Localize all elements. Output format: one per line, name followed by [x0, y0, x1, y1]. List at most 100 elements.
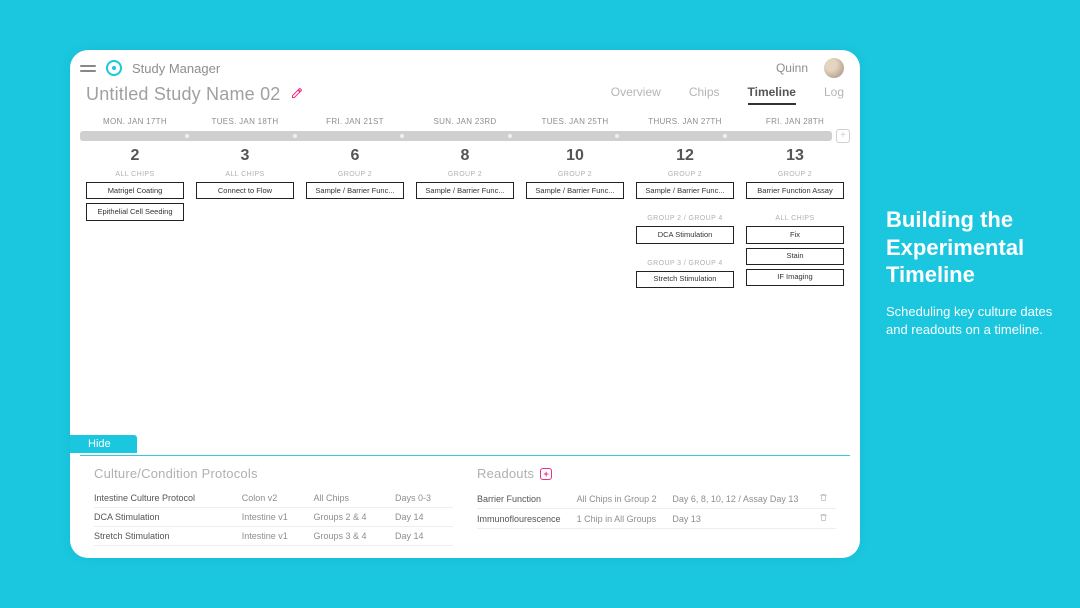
- day-number: 13: [786, 147, 804, 165]
- timeline-item[interactable]: Barrier Function Assay: [746, 182, 844, 199]
- timeline: MON. JAN 17THTUES. JAN 18THFRI. JAN 21ST…: [70, 113, 860, 558]
- cell-when: Day 14: [395, 508, 453, 527]
- group-label: ALL CHIPS: [225, 171, 264, 178]
- timeline-item[interactable]: Matrigel Coating: [86, 182, 184, 199]
- day-number: 2: [131, 147, 140, 165]
- delete-button[interactable]: [819, 489, 836, 509]
- timeline-item[interactable]: Stain: [746, 248, 844, 265]
- table-row[interactable]: Barrier FunctionAll Chips in Group 2Day …: [477, 489, 836, 509]
- tab-log[interactable]: Log: [824, 85, 844, 105]
- avatar[interactable]: [824, 58, 844, 78]
- readouts-table: Barrier FunctionAll Chips in Group 2Day …: [477, 489, 836, 529]
- cell-when: Day 6, 8, 10, 12 / Assay Day 13: [672, 489, 819, 509]
- group-label: GROUP 3 / GROUP 4: [647, 260, 722, 267]
- timeline-item[interactable]: Sample / Barrier Func...: [526, 182, 624, 199]
- timeline-item[interactable]: DCA Stimulation: [636, 226, 734, 243]
- timeline-item[interactable]: IF Imaging: [746, 269, 844, 286]
- group-label: ALL CHIPS: [775, 215, 814, 222]
- timeline-rail: +: [80, 129, 850, 143]
- day-column: 12 GROUP 2 Sample / Barrier Func... GROUP 2…: [630, 143, 740, 455]
- cell-name: Barrier Function: [477, 489, 577, 509]
- tab-timeline[interactable]: Timeline: [748, 85, 796, 105]
- panel-divider: [80, 455, 850, 456]
- timeline-item[interactable]: Connect to Flow: [196, 182, 294, 199]
- day-number: 6: [351, 147, 360, 165]
- date-header: TUES. JAN 18TH: [190, 115, 300, 129]
- cell-variant: Intestine v1: [242, 527, 314, 546]
- protocols-title: Culture/Condition Protocols: [94, 466, 453, 481]
- day-column: 13 GROUP 2 Barrier Function Assay ALL CHIPS…: [740, 143, 850, 455]
- cell-variant: Intestine v1: [242, 508, 314, 527]
- group-label: ALL CHIPS: [115, 171, 154, 178]
- timeline-item[interactable]: Sample / Barrier Func...: [306, 182, 404, 199]
- day-number: 12: [676, 147, 694, 165]
- day-number: 3: [241, 147, 250, 165]
- date-header: FRI. JAN 28TH: [740, 115, 850, 129]
- readouts-title: Readouts +: [477, 466, 836, 481]
- table-row[interactable]: Intestine Culture ProtocolColon v2All Ch…: [94, 489, 453, 508]
- user-name[interactable]: Quinn: [776, 61, 808, 75]
- group-label: GROUP 2: [778, 171, 812, 178]
- day-column: 2 ALL CHIPS Matrigel Coating Epithelial Cel…: [80, 143, 190, 455]
- cell-variant: Colon v2: [242, 489, 314, 508]
- copy-body: Scheduling key culture dates and readout…: [886, 303, 1066, 341]
- cell-scope: Groups 3 & 4: [314, 527, 395, 546]
- cell-scope: All Chips: [314, 489, 395, 508]
- study-title: Untitled Study Name 02: [86, 84, 281, 105]
- group-label: GROUP 2: [668, 171, 702, 178]
- group-label: GROUP 2 / GROUP 4: [647, 215, 722, 222]
- cell-scope: 1 Chip in All Groups: [577, 509, 673, 529]
- table-row[interactable]: Immunoflourescence1 Chip in All GroupsDa…: [477, 509, 836, 529]
- cell-when: Days 0-3: [395, 489, 453, 508]
- protocols-table: Intestine Culture ProtocolColon v2All Ch…: [94, 489, 453, 546]
- cell-when: Day 13: [672, 509, 819, 529]
- menu-icon[interactable]: [80, 63, 96, 73]
- copy-title: Building the Experimental Timeline: [886, 206, 1066, 289]
- day-column: 3 ALL CHIPS Connect to Flow: [190, 143, 300, 455]
- app-logo-icon: [106, 60, 122, 76]
- timeline-item[interactable]: Fix: [746, 226, 844, 243]
- delete-button[interactable]: [819, 509, 836, 529]
- readouts-section: Readouts + Barrier FunctionAll Chips in …: [477, 466, 836, 546]
- table-row[interactable]: DCA StimulationIntestine v1Groups 2 & 4D…: [94, 508, 453, 527]
- hide-button[interactable]: Hide: [70, 435, 137, 453]
- subheader: Untitled Study Name 02 Overview Chips Ti…: [70, 82, 860, 113]
- app-title: Study Manager: [132, 61, 220, 76]
- date-header: THURS. JAN 27TH: [630, 115, 740, 129]
- topbar: Study Manager Quinn: [70, 50, 860, 82]
- cell-name: Stretch Stimulation: [94, 527, 242, 546]
- date-header: SUN. JAN 23RD: [410, 115, 520, 129]
- cell-name: Intestine Culture Protocol: [94, 489, 242, 508]
- add-readout-button[interactable]: +: [540, 468, 552, 480]
- day-column: 8 GROUP 2 Sample / Barrier Func...: [410, 143, 520, 455]
- table-row[interactable]: Stretch StimulationIntestine v1Groups 3 …: [94, 527, 453, 546]
- cell-scope: Groups 2 & 4: [314, 508, 395, 527]
- rail-bar[interactable]: [80, 131, 832, 141]
- bottom-panels: Culture/Condition Protocols Intestine Cu…: [80, 462, 850, 558]
- timeline-item[interactable]: Sample / Barrier Func...: [636, 182, 734, 199]
- tab-chips[interactable]: Chips: [689, 85, 720, 105]
- date-header: FRI. JAN 21ST: [300, 115, 410, 129]
- timeline-item[interactable]: Sample / Barrier Func...: [416, 182, 514, 199]
- readouts-title-text: Readouts: [477, 466, 534, 481]
- group-label: GROUP 2: [338, 171, 372, 178]
- timeline-item[interactable]: Stretch Stimulation: [636, 271, 734, 288]
- cell-scope: All Chips in Group 2: [577, 489, 673, 509]
- group-label: GROUP 2: [448, 171, 482, 178]
- cell-when: Day 14: [395, 527, 453, 546]
- marketing-copy: Building the Experimental Timeline Sched…: [886, 206, 1066, 340]
- tab-overview[interactable]: Overview: [611, 85, 661, 105]
- view-tabs: Overview Chips Timeline Log: [611, 85, 844, 105]
- edit-icon[interactable]: [291, 86, 303, 104]
- timeline-item[interactable]: Epithelial Cell Seeding: [86, 203, 184, 220]
- day-column: 6 GROUP 2 Sample / Barrier Func...: [300, 143, 410, 455]
- day-number: 8: [461, 147, 470, 165]
- date-header: MON. JAN 17TH: [80, 115, 190, 129]
- app-card: Study Manager Quinn Untitled Study Name …: [70, 50, 860, 558]
- cell-name: DCA Stimulation: [94, 508, 242, 527]
- group-label: GROUP 2: [558, 171, 592, 178]
- day-number: 10: [566, 147, 584, 165]
- add-day-button[interactable]: +: [836, 129, 850, 143]
- day-column: 10 GROUP 2 Sample / Barrier Func...: [520, 143, 630, 455]
- date-header: TUES. JAN 25TH: [520, 115, 630, 129]
